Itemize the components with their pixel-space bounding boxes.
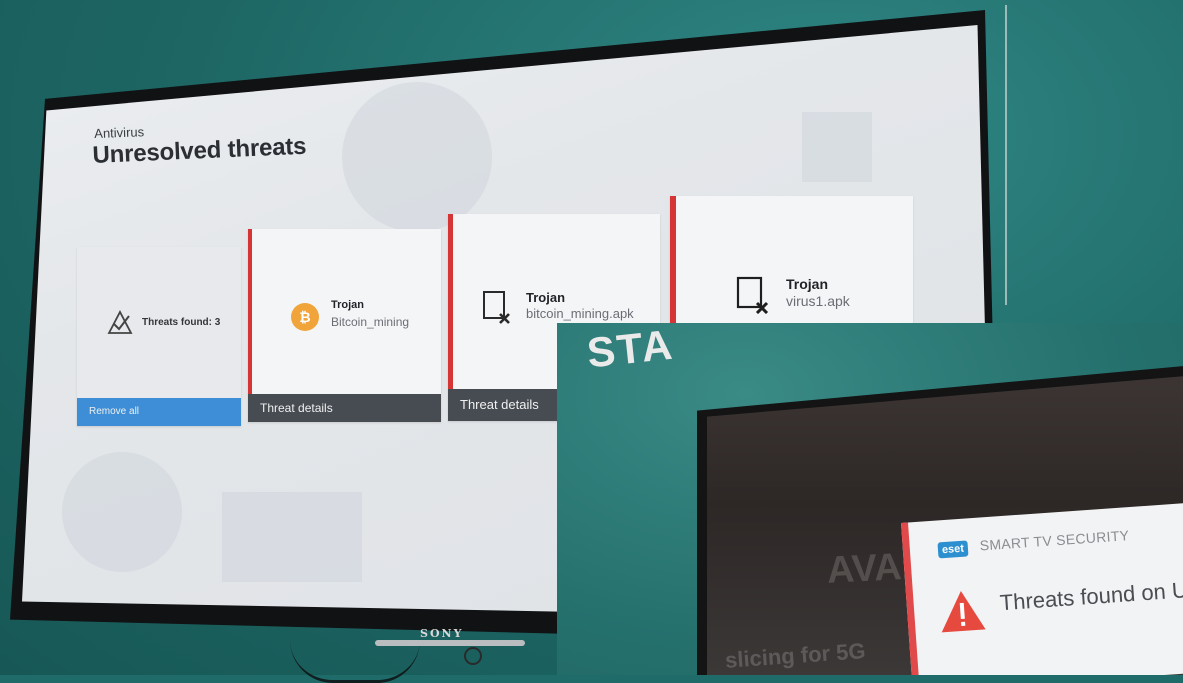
- threat-file: bitcoin_mining.apk: [526, 306, 634, 321]
- threat-name: Trojan: [786, 276, 829, 292]
- remove-all-button[interactable]: Remove all: [77, 398, 241, 426]
- threats-summary-card: Threats found: 3 Remove all: [77, 247, 241, 426]
- notification-title: Threats found on U: [998, 577, 1183, 616]
- tv-stand: [375, 640, 525, 646]
- infected-file-icon: [736, 276, 769, 314]
- bg-square-shape: [802, 112, 872, 182]
- threat-card[interactable]: ₿ Trojan Bitcoin_mining Threat details: [248, 229, 441, 422]
- svg-text:₿: ₿: [299, 310, 310, 326]
- bg-circle-shape: [342, 82, 492, 232]
- threat-name: Trojan: [526, 290, 566, 305]
- bg-circle-shape: [62, 452, 182, 572]
- shield-check-icon: [107, 310, 133, 334]
- wall-frame: [1005, 5, 1047, 305]
- threats-count-label: Threats found: 3: [142, 317, 221, 328]
- threat-file: virus1.apk: [786, 293, 850, 309]
- inset-photo: STA AVA slicing for 5G eset SMART TV SEC…: [557, 323, 1183, 675]
- section-label: Antivirus: [94, 124, 145, 141]
- tv-brand-logo: SONY: [420, 627, 464, 640]
- bg-rect-shape: [222, 492, 362, 582]
- threat-notification[interactable]: eset SMART TV SECURITY Threats found on …: [901, 501, 1183, 675]
- product-name: SMART TV SECURITY: [979, 527, 1130, 554]
- threat-name: Trojan: [331, 299, 365, 311]
- background-logo-fragment: AVA: [825, 546, 903, 592]
- threat-details-button[interactable]: Threat details: [248, 394, 441, 422]
- infected-file-icon: [483, 291, 510, 324]
- eset-logo: eset: [937, 540, 969, 559]
- bitcoin-app-icon: ₿: [291, 303, 319, 331]
- threat-file: Bitcoin_mining: [331, 315, 410, 329]
- warning-icon: [941, 590, 986, 633]
- wall-signage-fragment: STA: [584, 323, 677, 377]
- tv-power-indicator: [464, 647, 482, 665]
- tv-cable: [290, 640, 420, 683]
